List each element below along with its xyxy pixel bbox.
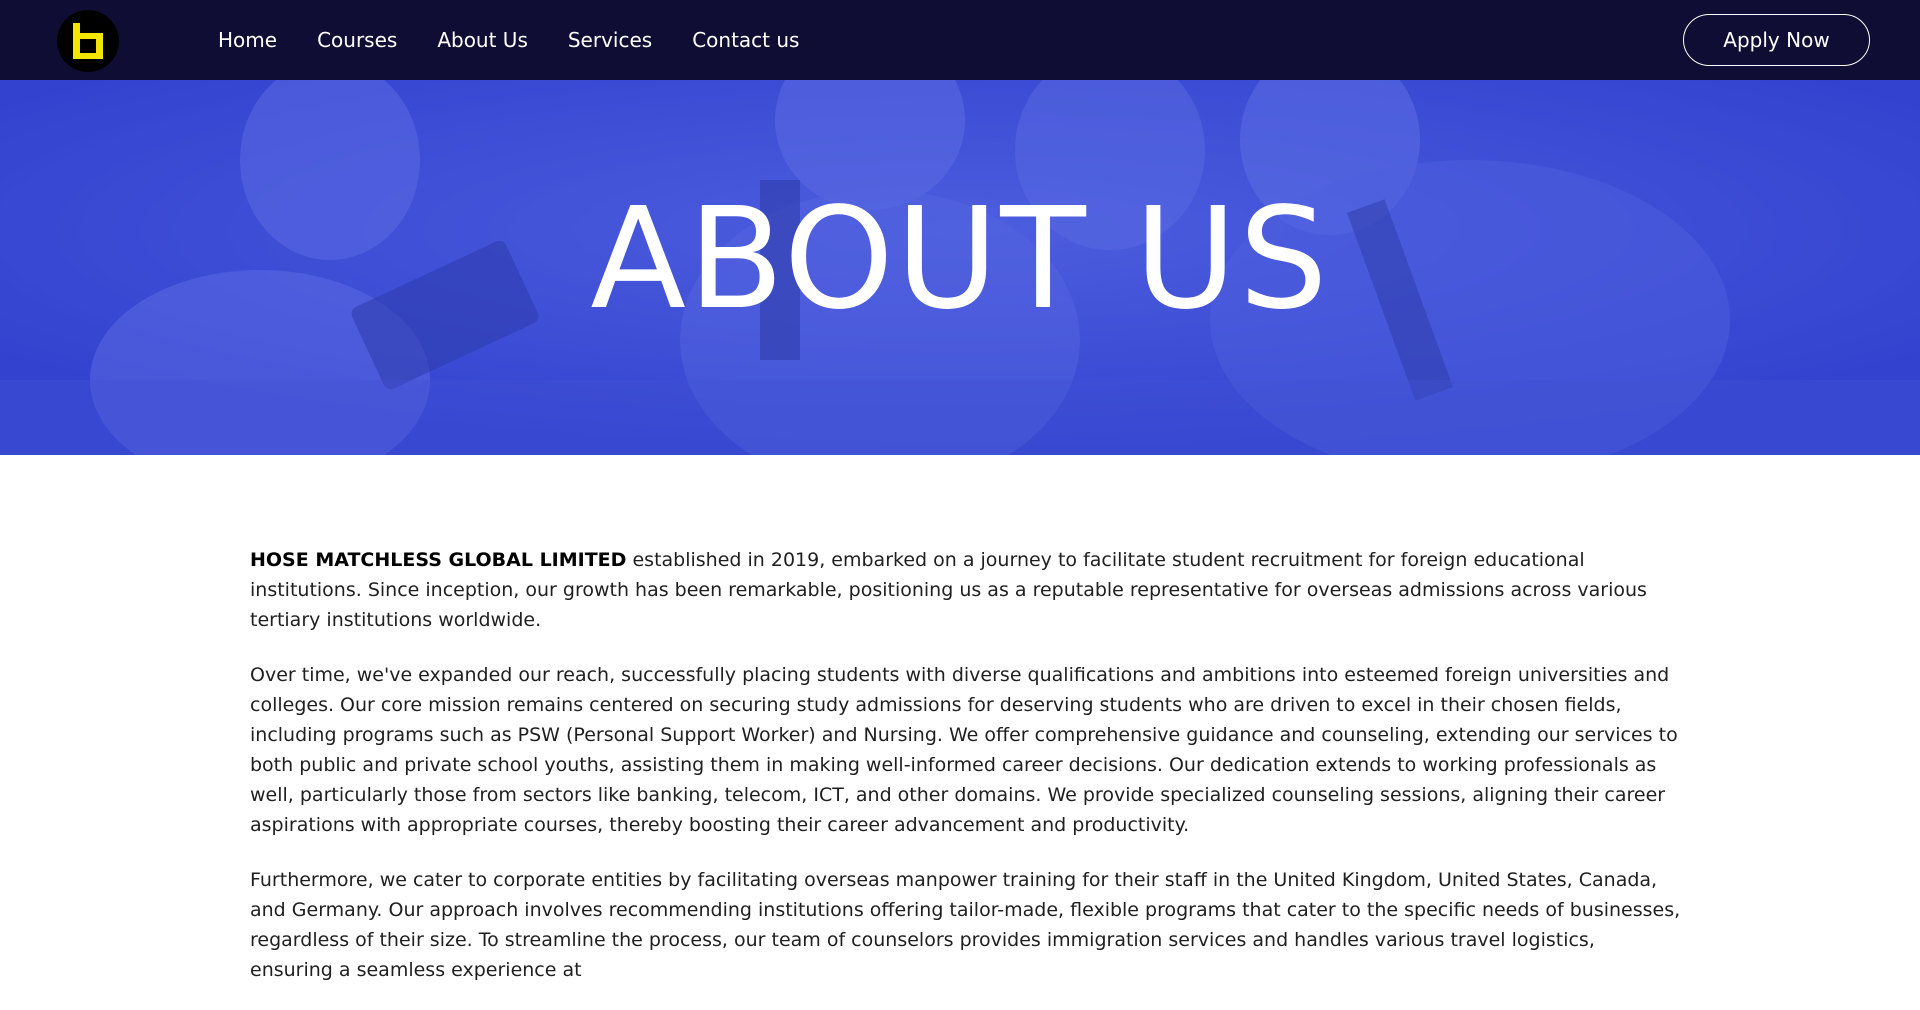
company-name: HOSE MATCHLESS GLOBAL LIMITED: [250, 549, 627, 571]
main-nav: Home Courses About Us Services Contact u…: [218, 0, 839, 80]
logo-mark-icon: [73, 23, 103, 59]
intro-paragraph: HOSE MATCHLESS GLOBAL LIMITED establishe…: [250, 545, 1682, 635]
brand-logo-icon[interactable]: [57, 10, 119, 72]
nav-services-link[interactable]: Services: [568, 28, 652, 52]
nav-contact-link[interactable]: Contact us: [692, 28, 799, 52]
mission-paragraph: Over time, we've expanded our reach, suc…: [250, 664, 1678, 836]
corporate-paragraph: Furthermore, we cater to corporate entit…: [250, 869, 1681, 981]
nav-courses-link[interactable]: Courses: [317, 28, 397, 52]
top-navbar: Home Courses About Us Services Contact u…: [0, 0, 1920, 80]
page-title: ABOUT US: [590, 178, 1330, 341]
apply-now-button[interactable]: Apply Now: [1683, 14, 1870, 66]
about-content: HOSE MATCHLESS GLOBAL LIMITED establishe…: [250, 545, 1682, 1010]
nav-home-link[interactable]: Home: [218, 28, 277, 52]
nav-about-link[interactable]: About Us: [437, 28, 528, 52]
hero-banner: ABOUT US: [0, 80, 1920, 455]
